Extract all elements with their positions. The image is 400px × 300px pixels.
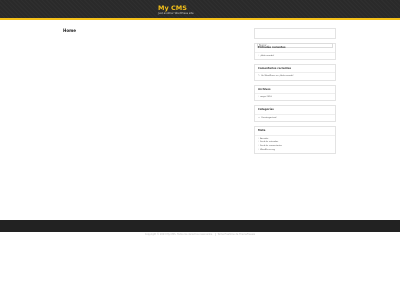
list-item[interactable]: › Acceder <box>258 137 332 140</box>
list-item[interactable]: › ¡Hola mundo! <box>258 53 332 57</box>
widget-title: Archivos <box>255 86 335 95</box>
list-item[interactable]: ▭ Uncategorized <box>258 115 332 119</box>
footer-separator: | <box>214 233 216 236</box>
widget-title: Categorías <box>255 106 335 115</box>
site-title-link[interactable]: My CMS <box>158 5 187 12</box>
meta-link-entries-feed[interactable]: Feed de entradas <box>260 141 278 143</box>
list-item[interactable]: › Feed de entradas <box>258 141 332 144</box>
site-header: My CMS Just another WordPress site <box>0 0 400 20</box>
meta-link-wordpress[interactable]: WordPress.org <box>260 149 275 151</box>
widget-title: Comentarios recientes <box>255 65 335 74</box>
bullet-icon: › <box>258 95 259 99</box>
list-item[interactable]: › WordPress.org <box>258 147 332 151</box>
recent-comment-link[interactable]: Un WordPress en ¡Hola mundo! <box>261 75 294 77</box>
widget-recent-comments: Comentarios recientes ✎ Un WordPress en ¡… <box>254 63 336 81</box>
meta-link-login[interactable]: Acceder <box>260 138 268 140</box>
archive-link[interactable]: mayo 2016 <box>260 96 272 98</box>
page-title: Home <box>63 28 76 33</box>
comment-icon: ✎ <box>258 74 260 78</box>
bullet-icon: › <box>258 53 259 57</box>
meta-link-comments-feed[interactable]: Feed de comentarios <box>260 145 282 147</box>
widget-title: Meta <box>255 127 335 136</box>
list-item[interactable]: ✎ Un WordPress en ¡Hola mundo! <box>258 74 332 78</box>
bullet-icon: › <box>258 143 259 147</box>
category-link[interactable]: Uncategorized <box>261 117 276 119</box>
widget-meta: Meta › Acceder › Feed de entradas › Feed de… <box>254 126 336 154</box>
search-widget <box>254 28 336 48</box>
site-footer: Copyright © 2023 My CMS. Todos los derec… <box>0 220 400 236</box>
site-tagline: Just another WordPress site <box>158 12 194 15</box>
recent-post-link[interactable]: ¡Hola mundo! <box>260 55 274 57</box>
footer-credit-link[interactable]: Tema Freshline de ThemeFreesia <box>218 233 255 236</box>
footer-copyright: Copyright © 2023 My CMS. Todos los derec… <box>144 233 213 236</box>
list-item[interactable]: › Feed de comentarios <box>258 143 332 147</box>
folder-icon: ▭ <box>258 115 261 119</box>
sidebar: Entradas recientes ›¡Hola mundo! Comenta… <box>254 28 336 158</box>
widget-archives: Archivos › mayo 2016 <box>254 84 336 102</box>
widget-categories: Categorías ▭ Uncategorized <box>254 105 336 123</box>
main-content: Home <box>60 26 246 33</box>
bullet-icon: › <box>258 147 259 151</box>
list-item[interactable]: › mayo 2016 <box>258 95 332 99</box>
